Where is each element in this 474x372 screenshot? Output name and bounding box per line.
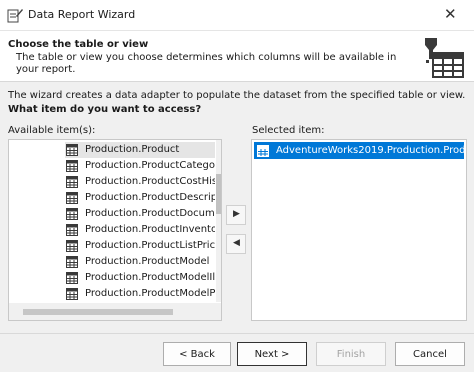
table-icon	[66, 240, 78, 252]
divider	[0, 333, 474, 334]
table-icon	[66, 192, 78, 204]
horizontal-scroll-thumb[interactable]	[23, 309, 173, 315]
wizard-app-icon	[7, 9, 23, 23]
table-icon	[66, 160, 78, 172]
vertical-scroll-thumb[interactable]	[216, 174, 221, 214]
list-item-label: Production.ProductModel	[85, 256, 210, 267]
list-item-label: Production.ProductCatego	[85, 160, 215, 171]
list-item[interactable]: Production.ProductModelP	[65, 286, 215, 302]
selected-items-list[interactable]: AdventureWorks2019.Production.Produc	[251, 139, 467, 321]
table-icon	[66, 256, 78, 268]
list-item[interactable]: Production.ProductDocume	[65, 206, 215, 222]
table-icon	[66, 144, 78, 156]
page-title: Choose the table or view	[8, 39, 149, 50]
list-item[interactable]: AdventureWorks2019.Production.Produc	[254, 142, 464, 159]
window-title: Data Report Wizard	[28, 8, 136, 21]
page-description: The table or view you choose determines …	[16, 52, 397, 75]
available-items-label: Available item(s):	[8, 125, 96, 136]
list-item[interactable]: Production.Product	[65, 142, 215, 158]
arrow-right-icon: ▶	[233, 209, 240, 219]
list-item-label: Production.ProductModelIll	[85, 272, 215, 283]
next-button[interactable]: Next >	[237, 342, 307, 366]
back-button[interactable]: < Back	[163, 342, 231, 366]
list-item[interactable]: Production.ProductCatego	[65, 158, 215, 174]
cancel-button[interactable]: Cancel	[395, 342, 465, 366]
wizard-header: Choose the table or view The table or vi…	[0, 31, 474, 82]
remove-item-button[interactable]: ◀	[226, 234, 246, 254]
list-item-label: Production.ProductInvento	[85, 224, 215, 235]
table-icon	[66, 208, 78, 220]
selected-item-label: Selected item:	[252, 125, 325, 136]
list-item[interactable]: Production.ProductCostHis	[65, 174, 215, 190]
title-bar: Data Report Wizard ✕	[0, 0, 474, 31]
available-items-list[interactable]: Production.Product Production.ProductCate…	[8, 139, 222, 321]
list-item[interactable]: Production.ProductInvento	[65, 222, 215, 238]
list-item-label: AdventureWorks2019.Production.Produc	[276, 145, 464, 156]
table-icon	[66, 288, 78, 300]
list-item-label: Production.Product	[85, 144, 180, 155]
finish-button: Finish	[316, 342, 386, 366]
table-icon	[66, 224, 78, 236]
list-item-label: Production.ProductDocume	[85, 208, 215, 219]
list-item-label: Production.ProductCostHis	[85, 176, 215, 187]
table-icon	[66, 176, 78, 188]
list-item[interactable]: Production.ProductModelIll	[65, 270, 215, 286]
list-item[interactable]: Production.ProductModel	[65, 254, 215, 270]
question-text: What item do you want to access?	[8, 104, 202, 115]
vertical-scrollbar[interactable]	[216, 140, 221, 302]
list-item[interactable]: Production.ProductDescrip	[65, 190, 215, 206]
list-item-label: Production.ProductModelP	[85, 288, 215, 299]
table-icon	[66, 272, 78, 284]
intro-text: The wizard creates a data adapter to pop…	[8, 90, 466, 101]
list-item-label: Production.ProductDescrip	[85, 192, 215, 203]
add-item-button[interactable]: ▶	[226, 205, 246, 225]
list-item-label: Production.ProductListPric	[85, 240, 215, 251]
close-icon[interactable]: ✕	[444, 5, 457, 23]
horizontal-scrollbar[interactable]	[9, 303, 221, 320]
arrow-left-icon: ◀	[233, 238, 240, 248]
list-item[interactable]: Production.ProductListPric	[65, 238, 215, 254]
table-wizard-icon	[425, 38, 464, 78]
table-icon	[257, 145, 269, 157]
